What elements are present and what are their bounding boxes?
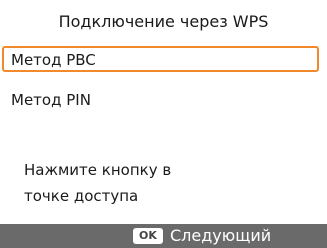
bottom-action-bar: OK Следующий [0, 224, 327, 248]
instruction-text-line-1: Нажмите кнопку в [24, 161, 172, 179]
ok-button-icon[interactable]: OK [133, 228, 163, 244]
screen-title: Подключение через WPS [58, 12, 269, 31]
menu-item-pbc-method[interactable]: Метод PBC [2, 46, 319, 72]
menu-item-label: Метод PIN [11, 91, 91, 109]
instruction-text-line-2: точке доступа [24, 187, 139, 205]
wps-connection-screen: Подключение через WPS Метод PBC Метод PI… [0, 0, 327, 248]
next-button-label[interactable]: Следующий [170, 225, 271, 247]
menu-item-pin-method[interactable]: Метод PIN [2, 86, 319, 112]
menu-item-label: Метод PBC [11, 51, 96, 69]
